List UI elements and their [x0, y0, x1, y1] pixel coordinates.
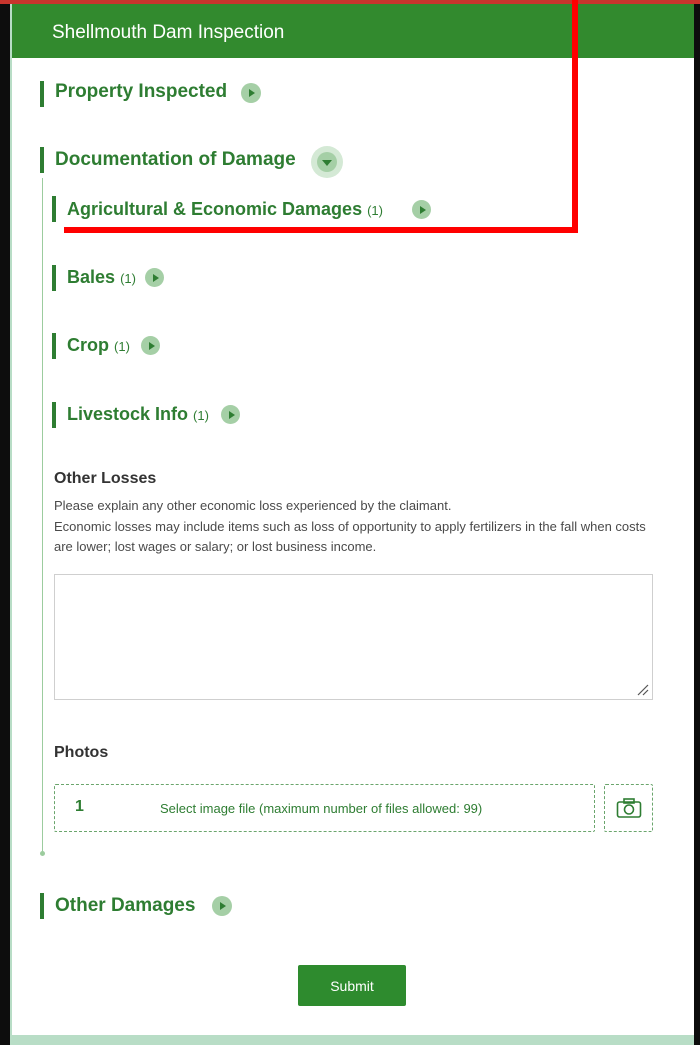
collapse-inner [317, 152, 337, 172]
camera-button[interactable] [604, 784, 653, 832]
group-bales-count: (1) [120, 271, 136, 286]
tree-connector [42, 178, 43, 854]
survey-form: Shellmouth Dam Inspection Property Inspe… [12, 4, 694, 1035]
chevron-right-icon[interactable] [412, 200, 431, 219]
photo-select-box[interactable]: 1 Select image file (maximum number of f… [54, 784, 595, 832]
photo-count: 1 [75, 798, 84, 815]
group-bar-documentation [40, 147, 44, 173]
group-documentation-title[interactable]: Documentation of Damage [55, 149, 296, 171]
photo-select-text: Select image file (maximum number of fil… [160, 801, 483, 816]
group-bar-bales [52, 265, 56, 291]
group-property-label: Property Inspected [55, 81, 228, 102]
camera-icon [616, 798, 641, 818]
window-frame-right [694, 0, 700, 1045]
chevron-down-icon[interactable] [311, 146, 343, 178]
tree-end-dot [40, 851, 45, 856]
group-livestock-label: Livestock Info [67, 404, 189, 424]
group-agricultural-title[interactable]: Agricultural & Economic Damages (1) [67, 199, 383, 220]
group-agricultural-label: Agricultural & Economic Damages [67, 199, 363, 219]
group-crop-label: Crop [67, 335, 109, 355]
other-losses-hint-line2: Economic losses may include items such a… [54, 518, 646, 555]
chevron-right-icon[interactable] [241, 83, 261, 103]
chevron-right-icon[interactable] [145, 268, 164, 287]
group-crop-title[interactable]: Crop (1) [67, 335, 130, 356]
resize-handle-icon[interactable] [635, 682, 649, 696]
photos-label: Photos [54, 744, 109, 761]
group-agricultural-count: (1) [367, 203, 383, 218]
window-frame-left [0, 0, 10, 1045]
group-bales-label: Bales [67, 267, 116, 287]
group-bar-livestock [52, 402, 56, 428]
chevron-right-icon[interactable] [212, 896, 232, 916]
group-bar-crop [52, 333, 56, 359]
group-other-damages-title[interactable]: Other Damages [55, 895, 195, 917]
group-property-title[interactable]: Property Inspected [55, 81, 227, 103]
submit-button[interactable]: Submit [298, 965, 406, 1006]
group-bar-agricultural [52, 196, 56, 222]
chevron-right-icon[interactable] [221, 405, 240, 424]
group-crop-count: (1) [114, 339, 130, 354]
chevron-right-icon[interactable] [141, 336, 160, 355]
group-livestock-count: (1) [193, 408, 209, 423]
other-losses-hint-line1: Please explain any other economic loss e… [54, 498, 452, 513]
group-other-damages-label: Other Damages [55, 895, 196, 916]
group-livestock-title[interactable]: Livestock Info (1) [67, 404, 209, 425]
other-losses-hint: Please explain any other economic loss e… [54, 496, 654, 558]
form-title: Shellmouth Dam Inspection [52, 22, 285, 43]
group-documentation-label: Documentation of Damage [55, 149, 296, 170]
form-header: Shellmouth Dam Inspection [12, 4, 694, 58]
group-bar-property [40, 81, 44, 107]
other-losses-textarea[interactable] [54, 574, 653, 700]
group-bales-title[interactable]: Bales (1) [67, 267, 136, 288]
other-losses-label: Other Losses [54, 470, 157, 487]
group-bar-other-damages [40, 893, 44, 919]
